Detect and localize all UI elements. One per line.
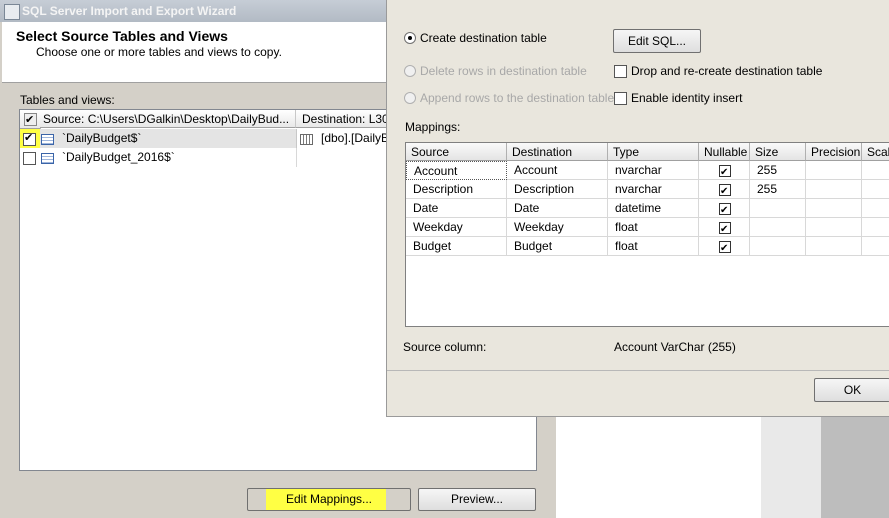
ok-button[interactable]: OK xyxy=(814,378,889,402)
page-subtitle: Choose one or more tables and views to c… xyxy=(36,45,282,59)
identity-insert-label[interactable]: Enable identity insert xyxy=(631,91,742,105)
grid-header-source[interactable]: Source xyxy=(406,143,507,161)
mappings-grid[interactable]: Source Destination Type Nullable Size Pr… xyxy=(405,142,889,327)
grid-cell-size[interactable]: 255 xyxy=(750,180,806,199)
delete-rows-radio[interactable] xyxy=(404,65,416,77)
select-all-checkbox[interactable] xyxy=(24,111,37,128)
nullable-checkbox[interactable] xyxy=(719,220,731,236)
row-checkbox[interactable] xyxy=(23,152,36,165)
preview-button[interactable]: Preview... xyxy=(418,488,536,511)
grid-cell-source[interactable]: Account xyxy=(406,161,507,180)
dialog-separator xyxy=(387,370,889,371)
grid-cell-type[interactable]: nvarchar xyxy=(608,180,699,199)
grid-cell-type[interactable]: float xyxy=(608,218,699,237)
grid-cell-size[interactable] xyxy=(750,199,806,218)
grid-cell-source[interactable]: Description xyxy=(406,180,507,199)
grid-header-scale[interactable]: Scale xyxy=(862,143,889,161)
wizard-title: SQL Server Import and Export Wizard xyxy=(22,4,237,18)
grid-cell-destination[interactable]: Weekday xyxy=(507,218,608,237)
grid-cell-destination[interactable]: Description xyxy=(507,180,608,199)
identity-insert-checkbox[interactable] xyxy=(614,92,627,105)
grid-cell-scale[interactable] xyxy=(862,161,889,180)
tables-and-views-label: Tables and views: xyxy=(20,93,115,107)
background-panel xyxy=(821,415,889,518)
grid-cell-source[interactable]: Date xyxy=(406,199,507,218)
mappings-label: Mappings: xyxy=(405,120,461,134)
append-rows-label[interactable]: Append rows to the destination table xyxy=(420,91,614,105)
grid-header-precision[interactable]: Precision xyxy=(806,143,862,161)
row-checkbox[interactable] xyxy=(23,131,36,146)
grid-cell-source[interactable]: Weekday xyxy=(406,218,507,237)
grid-cell-precision[interactable] xyxy=(806,218,862,237)
page-title: Select Source Tables and Views xyxy=(16,28,228,44)
grid-cell-size[interactable]: 255 xyxy=(750,161,806,180)
grid-cell-nullable[interactable] xyxy=(699,218,750,237)
nullable-checkbox[interactable] xyxy=(719,163,731,179)
grid-header-size[interactable]: Size xyxy=(750,143,806,161)
background-panel xyxy=(556,415,761,518)
edit-mappings-button[interactable]: Edit Mappings... xyxy=(247,488,411,511)
grid-cell-size[interactable] xyxy=(750,218,806,237)
grid-cell-type[interactable]: datetime xyxy=(608,199,699,218)
table-icon xyxy=(41,134,54,145)
grid-cell-size[interactable] xyxy=(750,237,806,256)
grid-cell-precision[interactable] xyxy=(806,161,862,180)
grid-cell-precision[interactable] xyxy=(806,237,862,256)
destination-table-icon xyxy=(300,134,313,145)
grid-cell-scale[interactable] xyxy=(862,237,889,256)
grid-cell-destination[interactable]: Budget xyxy=(507,237,608,256)
row-source-name: `DailyBudget$` xyxy=(62,131,142,145)
grid-cell-nullable[interactable] xyxy=(699,237,750,256)
row-source-name: `DailyBudget_2016$` xyxy=(62,150,175,164)
grid-cell-precision[interactable] xyxy=(806,180,862,199)
grid-header-destination[interactable]: Destination xyxy=(507,143,608,161)
grid-cell-precision[interactable] xyxy=(806,199,862,218)
nullable-checkbox[interactable] xyxy=(719,182,731,198)
grid-cell-type[interactable]: nvarchar xyxy=(608,161,699,180)
grid-header-type[interactable]: Type xyxy=(608,143,699,161)
drop-recreate-checkbox[interactable] xyxy=(614,65,627,78)
grid-header-nullable[interactable]: Nullable xyxy=(699,143,750,161)
background-panel xyxy=(761,415,821,518)
grid-cell-scale[interactable] xyxy=(862,180,889,199)
grid-cell-nullable[interactable] xyxy=(699,199,750,218)
source-column-header[interactable]: Source: C:\Users\DGalkin\Desktop\DailyBu… xyxy=(40,110,296,128)
grid-cell-scale[interactable] xyxy=(862,218,889,237)
column-mappings-dialog: Create destination table Delete rows in … xyxy=(386,0,889,417)
grid-cell-nullable[interactable] xyxy=(699,180,750,199)
grid-cell-destination[interactable]: Date xyxy=(507,199,608,218)
grid-cell-nullable[interactable] xyxy=(699,161,750,180)
grid-cell-scale[interactable] xyxy=(862,199,889,218)
column-divider xyxy=(296,148,297,167)
append-rows-radio[interactable] xyxy=(404,92,416,104)
grid-cell-source[interactable]: Budget xyxy=(406,237,507,256)
create-destination-radio[interactable] xyxy=(404,32,416,44)
select-all-header[interactable] xyxy=(20,110,41,129)
source-column-value: Account VarChar (255) xyxy=(614,340,736,354)
edit-sql-button[interactable]: Edit SQL... xyxy=(613,29,701,53)
grid-cell-type[interactable]: float xyxy=(608,237,699,256)
wizard-app-icon xyxy=(4,4,20,20)
table-icon xyxy=(41,153,54,164)
grid-cell-destination[interactable]: Account xyxy=(507,161,608,180)
source-column-label: Source column: xyxy=(403,340,487,354)
nullable-checkbox[interactable] xyxy=(719,239,731,255)
delete-rows-label[interactable]: Delete rows in destination table xyxy=(420,64,587,78)
create-destination-label[interactable]: Create destination table xyxy=(420,31,547,45)
nullable-checkbox[interactable] xyxy=(719,201,731,217)
drop-recreate-label[interactable]: Drop and re-create destination table xyxy=(631,64,822,78)
